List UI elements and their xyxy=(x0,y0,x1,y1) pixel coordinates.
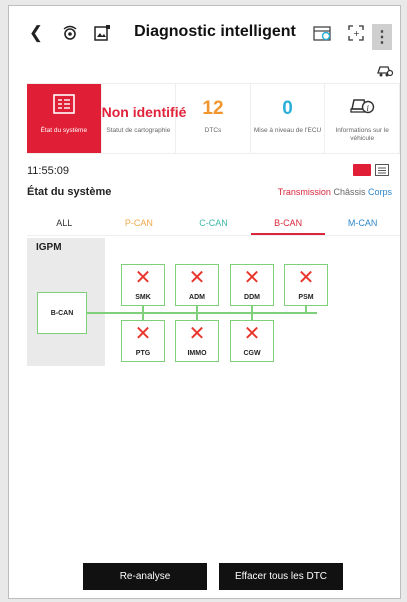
fault-x-icon: ✕ xyxy=(188,267,206,289)
ecu-node-cgw[interactable]: ✕ CGW xyxy=(230,320,274,362)
ecu-name: IGPM xyxy=(36,242,62,253)
top-bar: ❮ Diagnostic intelligent + ⋮ xyxy=(9,16,400,56)
report-image-icon[interactable] xyxy=(89,20,115,46)
node-label: SMK xyxy=(135,294,151,301)
fault-x-icon: ✕ xyxy=(243,323,261,345)
bus-tabs: ALL P-CAN C-CAN B-CAN M-CAN xyxy=(27,211,400,236)
vehicle-info-icon: i xyxy=(325,94,399,116)
fault-x-icon: ✕ xyxy=(243,267,261,289)
back-icon[interactable]: ❮ xyxy=(23,20,49,46)
node-label: DDM xyxy=(244,294,260,301)
filter-transmission[interactable]: Transmission xyxy=(278,187,331,197)
tile-ecu-update[interactable]: 0 Mise à niveau de l'ECU xyxy=(251,84,326,153)
tile-system-state[interactable]: État du système xyxy=(27,84,102,153)
tile-label: Informations sur le véhicule xyxy=(335,127,389,142)
node-label: IMMO xyxy=(187,350,207,357)
tab-b-can[interactable]: B-CAN xyxy=(250,211,326,235)
bus-wire xyxy=(305,305,307,313)
ecu-node-ptg[interactable]: ✕ PTG xyxy=(121,320,165,362)
vehicle-search-icon[interactable] xyxy=(376,64,394,78)
summary-tiles: État du système Non identifié Statut de … xyxy=(27,83,400,154)
mapping-status-value: Non identifié xyxy=(101,104,187,120)
ecu-node-smk[interactable]: ✕ SMK xyxy=(121,264,165,306)
list-view-icon[interactable] xyxy=(375,164,389,176)
tile-vehicle-info[interactable]: i Informations sur le véhicule xyxy=(325,84,400,153)
tile-mapping-status[interactable]: Non identifié Statut de cartographie xyxy=(101,84,187,153)
node-label: PTG xyxy=(135,350,151,357)
ecu-node-adm[interactable]: ✕ ADM xyxy=(175,264,219,306)
dtc-count: 12 xyxy=(202,98,224,119)
node-label: CGW xyxy=(243,350,261,357)
bus-wire xyxy=(251,305,253,321)
timestamp: 11:55:09 xyxy=(27,165,70,177)
tile-label: Statut de cartographie xyxy=(106,127,171,134)
node-label: PSM xyxy=(298,294,314,301)
fault-x-icon: ✕ xyxy=(188,323,206,345)
filter-chassis[interactable]: Châssis xyxy=(333,187,365,197)
tab-m-can[interactable]: M-CAN xyxy=(325,211,400,235)
wireless-settings-icon[interactable] xyxy=(57,20,83,46)
fault-x-icon: ✕ xyxy=(134,323,152,345)
tile-label: Mise à niveau de l'ECU xyxy=(253,127,322,134)
ecu-update-count: 0 xyxy=(282,98,293,119)
bus-wire xyxy=(142,305,144,321)
bus-wire xyxy=(120,312,317,314)
fault-x-icon: ✕ xyxy=(134,267,152,289)
app-screen: ❮ Diagnostic intelligent + ⋮ État du sys… xyxy=(8,5,401,599)
bus-node-b-can[interactable]: B-CAN xyxy=(37,292,87,334)
bus-wire xyxy=(196,305,198,321)
ecu-node-psm[interactable]: ✕ PSM xyxy=(284,264,328,306)
node-label: ADM xyxy=(189,294,205,301)
reanalyse-button[interactable]: Re-analyse xyxy=(83,563,207,590)
fullscreen-icon[interactable]: + xyxy=(343,20,369,46)
ecu-node-immo[interactable]: ✕ IMMO xyxy=(175,320,219,362)
fault-x-icon: ✕ xyxy=(297,267,315,289)
more-options-icon[interactable]: ⋮ xyxy=(372,24,392,50)
section-title: État du système xyxy=(27,186,112,198)
svg-text:+: + xyxy=(353,29,360,38)
tab-all[interactable]: ALL xyxy=(27,211,102,235)
svg-text:i: i xyxy=(367,104,370,113)
ecu-node-ddm[interactable]: ✕ DDM xyxy=(230,264,274,306)
filter-corps[interactable]: Corps xyxy=(368,187,392,197)
tile-label: DTCs xyxy=(204,127,222,134)
status-badge-icon[interactable] xyxy=(353,164,371,176)
clear-all-dtc-button[interactable]: Effacer tous les DTC xyxy=(219,563,343,590)
page-title: Diagnostic intelligent xyxy=(134,23,296,40)
tab-p-can[interactable]: P-CAN xyxy=(102,211,177,235)
system-list-icon xyxy=(27,94,101,114)
calendar-icon[interactable] xyxy=(309,20,335,46)
system-filters: Transmission Châssis Corps xyxy=(278,187,392,197)
tile-dtcs[interactable]: 12 DTCs xyxy=(176,84,251,153)
bus-wire xyxy=(87,312,121,314)
tile-label: État du système xyxy=(40,127,88,134)
tab-c-can[interactable]: C-CAN xyxy=(176,211,251,235)
